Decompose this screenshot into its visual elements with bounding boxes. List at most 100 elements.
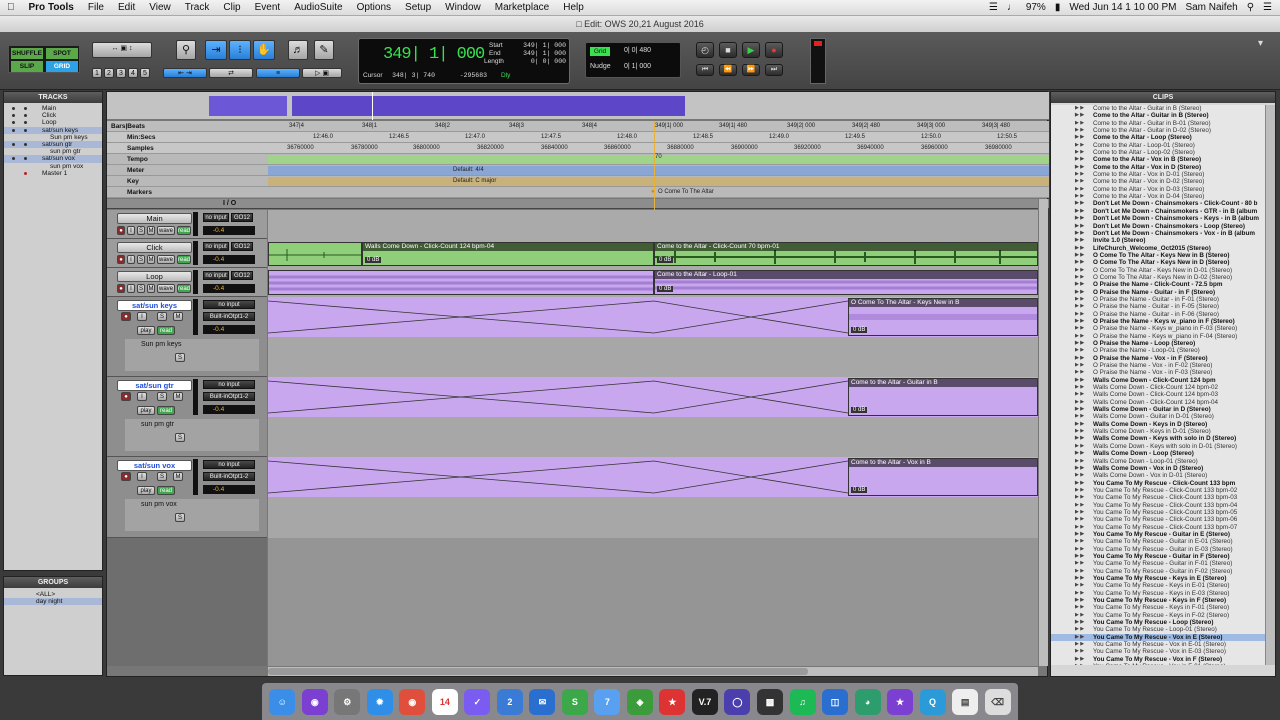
clip-list-item[interactable]: ▶ ▶ Walls Come Down - Loop (Stereo) [1051, 450, 1265, 457]
grid-label[interactable]: Grid [590, 47, 610, 56]
menu-track[interactable]: Track [178, 2, 217, 13]
expand-triangle-icon[interactable]: ▶ ▶ [1075, 333, 1084, 340]
clip-list-item[interactable]: ▶ ▶ You Came To My Rescue - Vox in F-01 (… [1051, 663, 1265, 665]
menu-clip[interactable]: Clip [216, 2, 247, 13]
expand-triangle-icon[interactable]: ▶ ▶ [1075, 641, 1084, 648]
automation-mode[interactable]: read [177, 255, 191, 264]
record-arm-button[interactable]: ● [121, 312, 131, 321]
clip-list-item[interactable]: ▶ ▶ Come to the Altar - Vox in D-02 (Ster… [1051, 178, 1265, 185]
track-list-item[interactable]: Main [4, 105, 102, 112]
playlist-solo-button[interactable]: S [175, 353, 185, 362]
expand-triangle-icon[interactable]: ▶ ▶ [1075, 450, 1084, 457]
clip-list-item[interactable]: ▶ ▶ Walls Come Down - Vox in D-01 (Stereo… [1051, 472, 1265, 479]
audio-clip[interactable] [268, 270, 654, 295]
online-icon[interactable]: ◴ [696, 42, 714, 58]
expand-triangle-icon[interactable]: ▶ ▶ [1075, 230, 1084, 237]
expand-triangle-icon[interactable]: ▶ ▶ [1075, 186, 1084, 193]
trim-tool-icon[interactable]: ⇥ [205, 40, 227, 60]
expand-triangle-icon[interactable]: ▶ ▶ [1075, 516, 1084, 523]
clip-list-item[interactable]: ▶ ▶ You Came To My Rescue - Click-Count 1… [1051, 487, 1265, 494]
chrome-icon[interactable]: ◉ [399, 688, 426, 715]
expand-triangle-icon[interactable]: ▶ ▶ [1075, 553, 1084, 560]
expand-triangle-icon[interactable]: ▶ ▶ [1075, 289, 1084, 296]
stop-icon[interactable]: ■ [719, 42, 737, 58]
clip-list-item[interactable]: ▶ ▶ You Came To My Rescue - Keys in E (St… [1051, 575, 1265, 582]
clip-list-item[interactable]: ▶ ▶ O Come To The Altar - Keys New in B (… [1051, 252, 1265, 259]
expand-triangle-icon[interactable]: ▶ ▶ [1075, 472, 1084, 479]
track-lane-click[interactable]: Walls Come Down - Click-Count 124 bpm-04… [268, 239, 1038, 268]
track-lane-vox[interactable]: Come to the Altar - Vox in B 0 dB [268, 457, 1038, 497]
selector-tool-icon[interactable]: ⁝ [229, 40, 251, 60]
automation-mode[interactable]: read [157, 486, 175, 495]
clip-list-item[interactable]: ▶ ▶ Come to the Altar - Loop-01 (Stereo) [1051, 142, 1265, 149]
clip-list-item[interactable]: ▶ ▶ O Praise the Name - Loop-01 (Stereo) [1051, 347, 1265, 354]
expand-triangle-icon[interactable]: ▶ ▶ [1075, 391, 1084, 398]
audio-clip[interactable]: Come to the Altar - Vox in B 0 dB [848, 458, 1038, 496]
expand-triangle-icon[interactable]: ▶ ▶ [1075, 413, 1084, 420]
clip-gain[interactable]: 0 dB [657, 286, 674, 292]
expand-triangle-icon[interactable]: ▶ ▶ [1075, 259, 1084, 266]
volume-readout[interactable]: -0.4 [203, 325, 255, 334]
clip-list-item[interactable]: ▶ ▶ O Praise the Name - Loop (Stereo) [1051, 340, 1265, 347]
playlist-lane-keys[interactable] [268, 337, 1038, 377]
expand-triangle-icon[interactable]: ▶ ▶ [1075, 494, 1084, 501]
expand-triangle-icon[interactable]: ▶ ▶ [1075, 648, 1084, 655]
record-arm-button[interactable]: ● [117, 226, 125, 235]
expand-triangle-icon[interactable]: ▶ ▶ [1075, 178, 1084, 185]
expand-triangle-icon[interactable]: ▶ ▶ [1075, 406, 1084, 413]
chat-icon[interactable]: 7 [594, 688, 621, 715]
universe-overview[interactable] [107, 92, 1049, 120]
clip-list-item[interactable]: ▶ ▶ You Came To My Rescue - Keys in F-02 … [1051, 612, 1265, 619]
output-selector[interactable]: Built-inOtpt1-2 [203, 392, 255, 401]
messenger-icon[interactable]: 2 [496, 688, 523, 715]
vertical-scrollbar[interactable] [1038, 199, 1048, 666]
track-name-vox[interactable]: sat/sun vox [117, 460, 192, 471]
clip-list-item[interactable]: ▶ ▶ O Praise the Name - Click-Count - 72.… [1051, 281, 1265, 288]
track-name-keys[interactable]: sat/sun keys [117, 300, 192, 311]
siri-icon[interactable]: ◉ [301, 688, 328, 715]
clip-list-item[interactable]: ▶ ▶ Walls Come Down - Click-Count 124 bpm [1051, 377, 1265, 384]
main-counter-value[interactable]: 349| 1| 000 [383, 45, 485, 64]
length-value[interactable]: 0| 0| 000 [514, 58, 566, 65]
clip-list-item[interactable]: ▶ ▶ Don't Let Me Down - Chainsmokers - GT… [1051, 208, 1265, 215]
end-value[interactable]: 349| 1| 000 [514, 50, 566, 57]
expand-triangle-icon[interactable]: ▶ ▶ [1075, 281, 1084, 288]
solo-button[interactable]: S [137, 284, 145, 293]
clip-list-item[interactable]: ▶ ▶ You Came To My Rescue - Keys in E-01 … [1051, 582, 1265, 589]
link-timeline-icon[interactable]: ⇄ [209, 68, 253, 78]
menu-help[interactable]: Help [556, 2, 591, 13]
expand-triangle-icon[interactable]: ▶ ▶ [1075, 590, 1084, 597]
input-selector[interactable]: no input [203, 380, 255, 389]
zoom-preset-4[interactable]: 4 [128, 68, 138, 78]
expand-triangle-icon[interactable]: ▶ ▶ [1075, 399, 1084, 406]
messages-icon[interactable]: ✉ [529, 688, 556, 715]
clip-list-item[interactable]: ▶ ▶ Come to the Altar - Guitar in B-01 (S… [1051, 120, 1265, 127]
mute-button[interactable]: M [147, 255, 155, 264]
clip-list-item[interactable]: ▶ ▶ You Came To My Rescue - Click-Count 1… [1051, 502, 1265, 509]
expand-triangle-icon[interactable]: ▶ ▶ [1075, 318, 1084, 325]
playlist-lane-gtr[interactable] [268, 417, 1038, 457]
track-view-selector[interactable]: wave [157, 255, 175, 264]
mute-button[interactable]: M [173, 472, 183, 481]
track-name-gtr[interactable]: sat/sun gtr [117, 380, 192, 391]
sequencer-icon[interactable]: ▩ [756, 688, 783, 715]
expand-triangle-icon[interactable]: ▶ ▶ [1075, 626, 1084, 633]
expand-triangle-icon[interactable]: ▶ ▶ [1075, 480, 1084, 487]
clip-list-item[interactable]: ▶ ▶ You Came To My Rescue - Loop (Stereo) [1051, 619, 1265, 626]
marker-name[interactable]: O Come To The Altar [658, 187, 714, 198]
clip-list-item[interactable]: ▶ ▶ Walls Come Down - Vox in D (Stereo) [1051, 465, 1265, 472]
go-to-end-icon[interactable]: ⏭ [765, 64, 783, 76]
clip-gain[interactable]: 0 dB [851, 407, 868, 413]
track-list-item[interactable]: Loop [4, 119, 102, 126]
expand-triangle-icon[interactable]: ▶ ▶ [1075, 509, 1084, 516]
solo-button[interactable]: S [157, 472, 167, 481]
expand-triangle-icon[interactable]: ▶ ▶ [1075, 200, 1084, 207]
documents-icon[interactable]: ▤ [952, 688, 979, 715]
virtual-machine-icon[interactable]: ◫ [822, 688, 849, 715]
clips-scrollbar[interactable] [1265, 105, 1275, 665]
clip-list-item[interactable]: ▶ ▶ Don't Let Me Down - Chainsmokers - Ke… [1051, 215, 1265, 222]
expand-triangle-icon[interactable]: ▶ ▶ [1075, 538, 1084, 545]
expand-triangle-icon[interactable]: ▶ ▶ [1075, 142, 1084, 149]
expand-triangle-icon[interactable]: ▶ ▶ [1075, 303, 1084, 310]
expand-triangle-icon[interactable]: ▶ ▶ [1075, 524, 1084, 531]
